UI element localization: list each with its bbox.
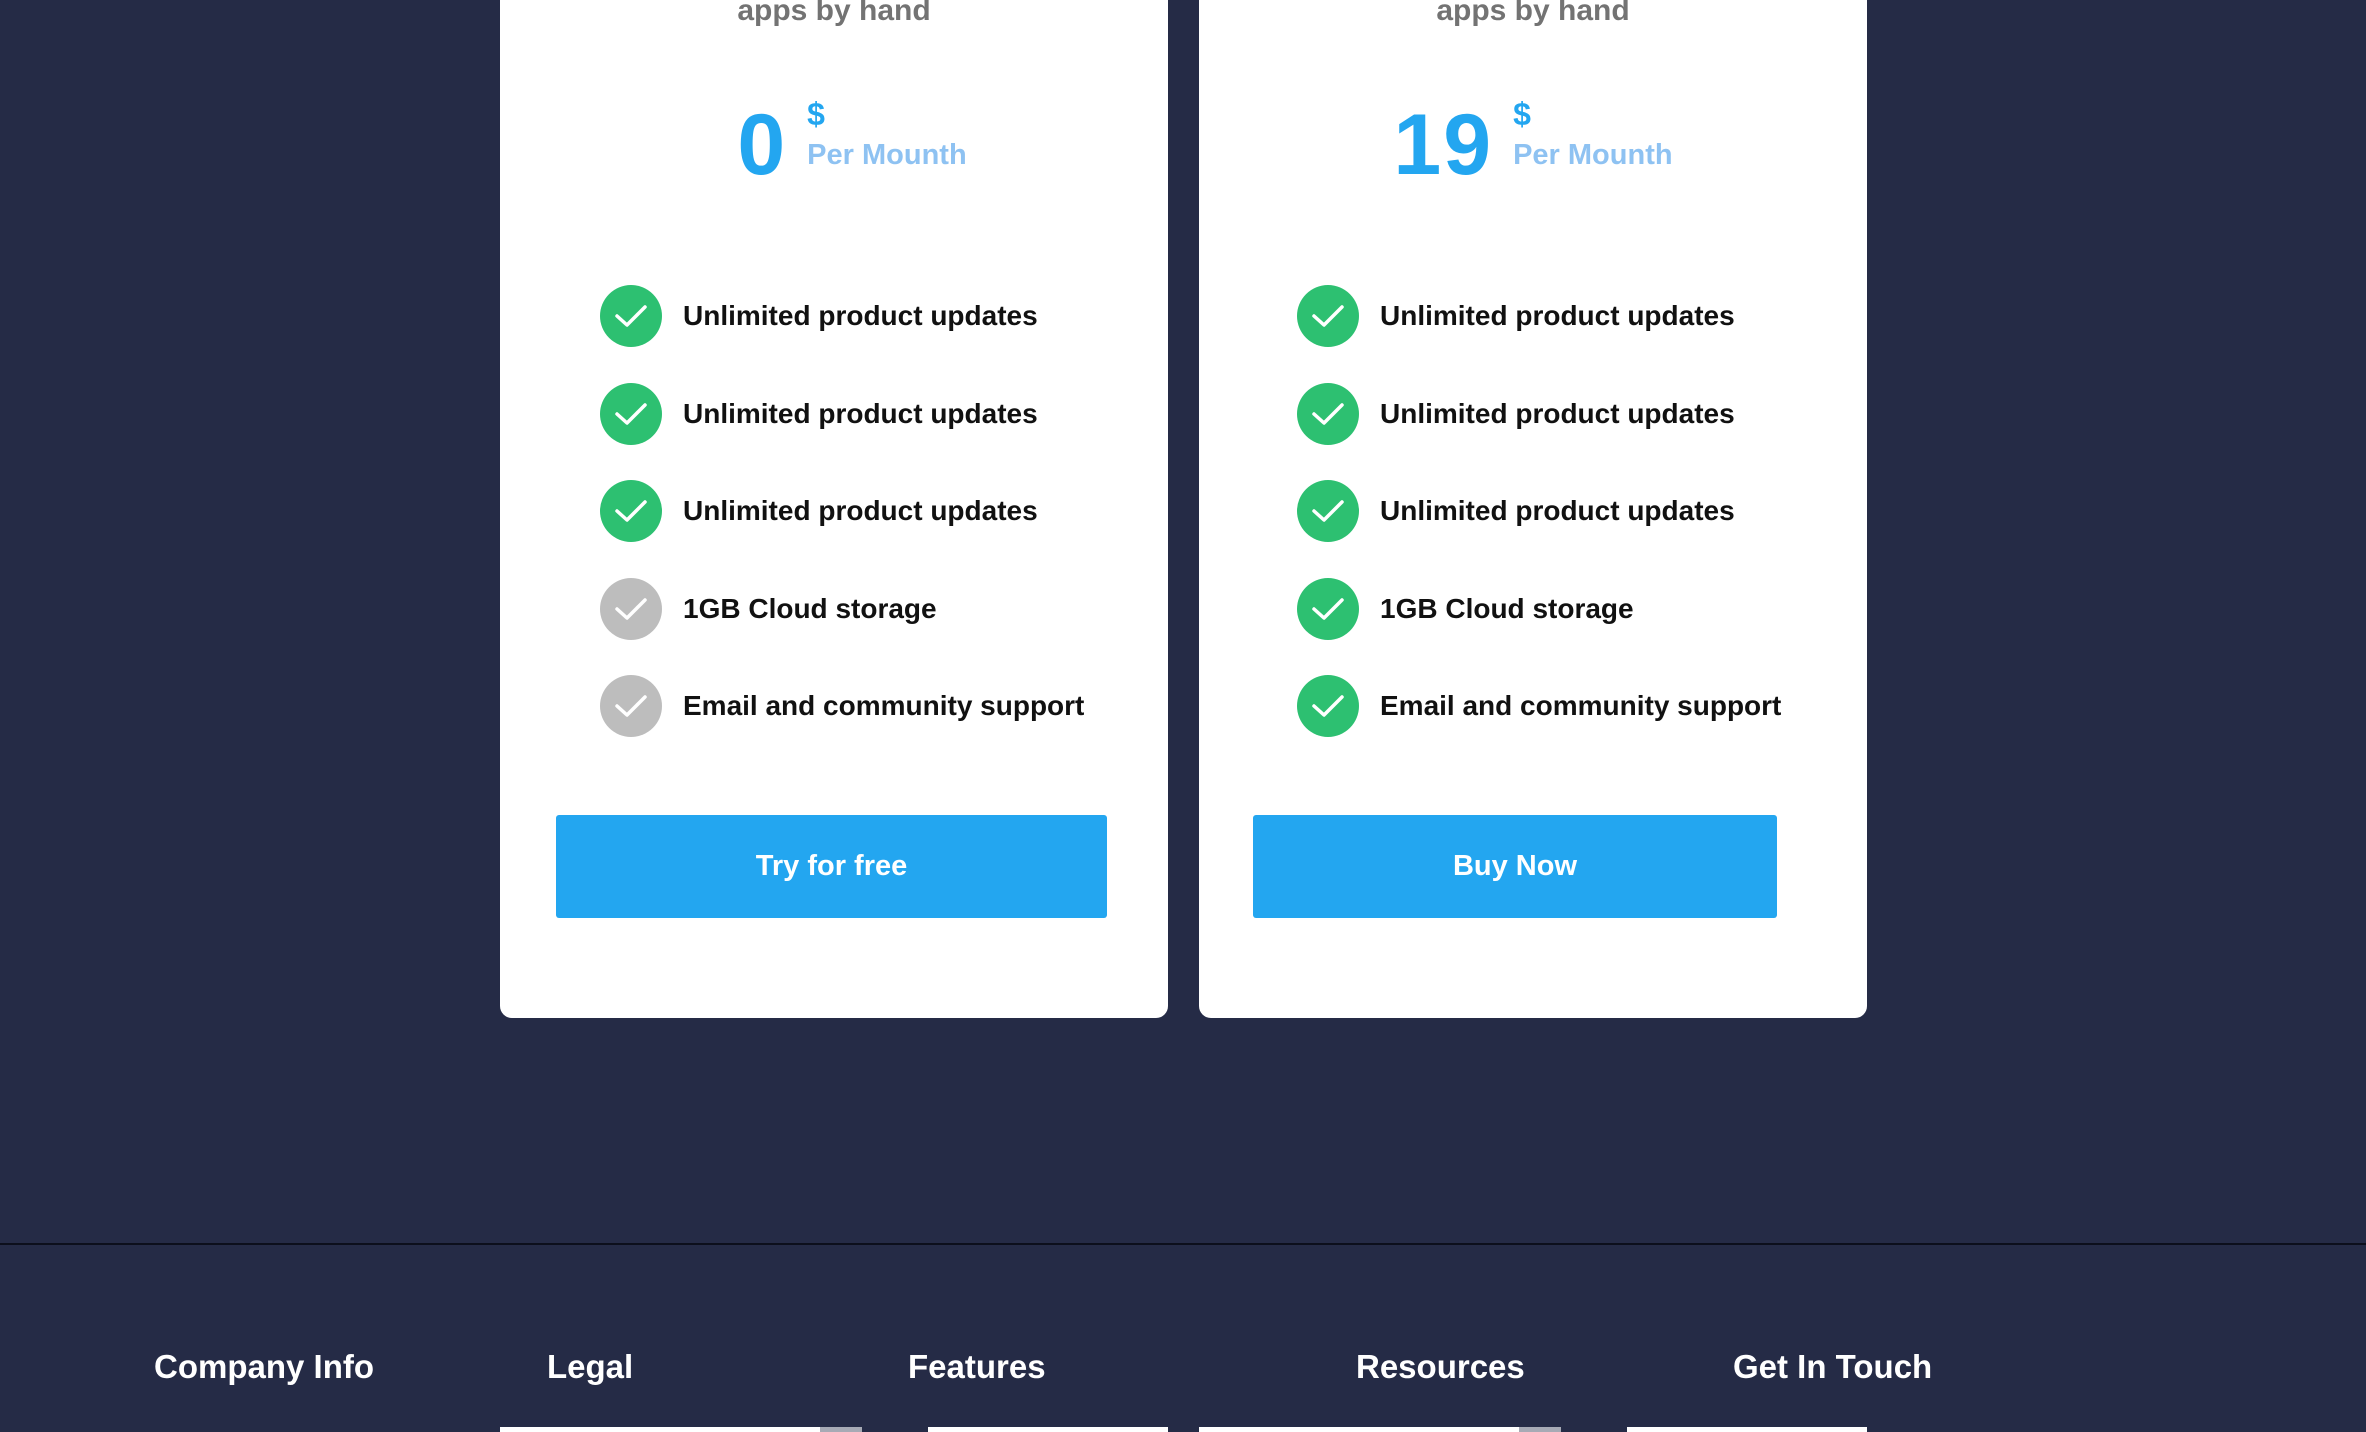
footer-heading-get-in-touch: Get In Touch xyxy=(1733,1348,1933,1385)
feature-item: Unlimited product updates xyxy=(1297,285,1781,347)
plan-price: 0 $ Per Mounth xyxy=(500,70,1168,188)
footer-link-stub xyxy=(1627,1427,1867,1432)
check-icon xyxy=(600,382,662,445)
price-period: Per Mounth xyxy=(807,139,967,171)
price-currency: $ xyxy=(1513,96,1531,132)
feature-label: 1GB Cloud storage xyxy=(1380,592,1634,624)
feature-item: Email and community support xyxy=(600,675,1084,737)
check-icon xyxy=(600,577,662,640)
footer-link-stub xyxy=(928,1427,1168,1432)
price-currency: $ xyxy=(807,96,825,132)
feature-label: Unlimited product updates xyxy=(683,495,1038,526)
footer-link-stub xyxy=(820,1427,862,1432)
footer-divider xyxy=(0,1243,2366,1245)
buy-now-button[interactable]: Buy Now xyxy=(1253,815,1777,918)
plan-subtitle: apps by hand xyxy=(737,0,931,27)
footer-heading-resources: Resources xyxy=(1356,1348,1525,1385)
feature-label: Email and community support xyxy=(1380,690,1782,721)
feature-label: Email and community support xyxy=(683,690,1085,721)
feature-label: 1GB Cloud storage xyxy=(683,592,937,624)
plan-subtitle: apps by hand xyxy=(1436,0,1630,27)
footer-link-stub xyxy=(500,1427,820,1432)
check-icon xyxy=(600,285,662,347)
price-amount: 19 xyxy=(1393,97,1494,193)
check-icon xyxy=(600,480,662,542)
feature-list: Unlimited product updates Unlimited prod… xyxy=(1297,285,1781,773)
feature-item: Unlimited product updates xyxy=(1297,480,1781,542)
feature-item: Unlimited product updates xyxy=(600,285,1084,347)
feature-item: 1GB Cloud storage xyxy=(600,577,1084,640)
pricing-card-free: apps by hand 0 $ Per Mounth Unlimited pr… xyxy=(500,0,1168,1018)
footer-link-stub xyxy=(1519,1427,1561,1432)
footer-heading-legal: Legal xyxy=(547,1348,634,1385)
price-amount: 0 xyxy=(737,97,788,193)
feature-item: Email and community support xyxy=(1297,675,1781,737)
feature-label: Unlimited product updates xyxy=(1380,300,1735,331)
footer-link-stub xyxy=(1199,1427,1519,1432)
plan-price: 19 $ Per Mounth xyxy=(1199,70,1867,188)
feature-label: Unlimited product updates xyxy=(683,397,1038,429)
feature-item: Unlimited product updates xyxy=(600,382,1084,445)
price-period: Per Mounth xyxy=(1513,139,1673,171)
feature-item: Unlimited product updates xyxy=(1297,382,1781,445)
check-icon xyxy=(600,675,662,737)
try-for-free-button[interactable]: Try for free xyxy=(556,815,1107,918)
check-icon xyxy=(1297,382,1359,445)
footer-heading-features: Features xyxy=(908,1348,1046,1385)
feature-list: Unlimited product updates Unlimited prod… xyxy=(600,285,1084,773)
feature-label: Unlimited product updates xyxy=(1380,397,1735,429)
feature-item: Unlimited product updates xyxy=(600,480,1084,542)
check-icon xyxy=(1297,675,1359,737)
check-icon xyxy=(1297,577,1359,640)
feature-label: Unlimited product updates xyxy=(1380,495,1735,526)
check-icon xyxy=(1297,480,1359,542)
check-icon xyxy=(1297,285,1359,347)
footer-heading-company-info: Company Info xyxy=(154,1348,374,1385)
feature-label: Unlimited product updates xyxy=(683,300,1038,331)
feature-item: 1GB Cloud storage xyxy=(1297,577,1781,640)
pricing-card-paid: apps by hand 19 $ Per Mounth Unlimited p… xyxy=(1199,0,1867,1018)
